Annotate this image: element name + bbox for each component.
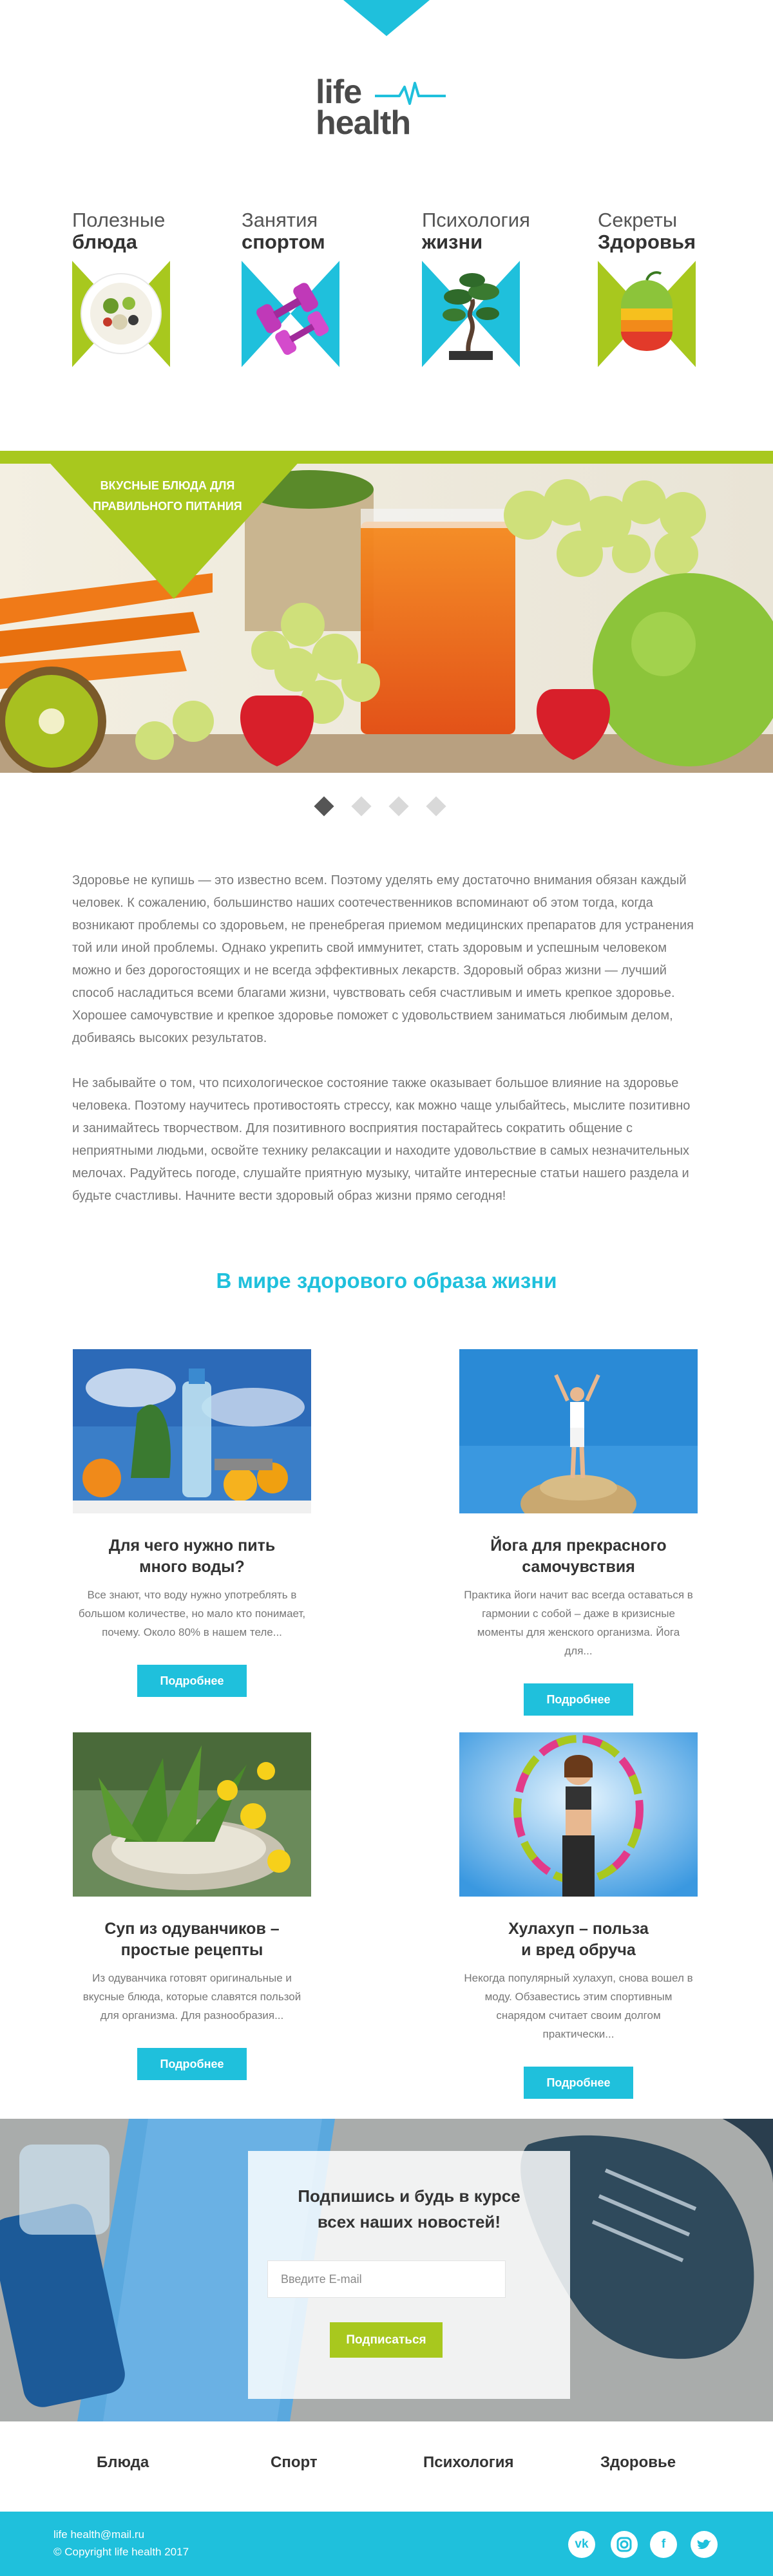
footer-nav-psychology[interactable]: Психология bbox=[423, 2454, 514, 2472]
hero-banner: ВКУСНЫЕ БЛЮДА ДЛЯ ПРАВИЛЬНОГО ПИТАНИЯ bbox=[0, 451, 773, 773]
top-notch-decoration bbox=[343, 0, 430, 36]
slider-dot-1[interactable] bbox=[314, 796, 334, 817]
footer-info: life health@mail.ru © Copyright life hea… bbox=[53, 2526, 189, 2561]
subscribe-heading: Подпишись и будь в курсе всех наших ново… bbox=[248, 2183, 570, 2235]
category-label-top: Психология bbox=[422, 209, 530, 231]
vk-icon[interactable]: vk bbox=[568, 2531, 595, 2558]
email-input[interactable] bbox=[267, 2260, 506, 2298]
category-label-top: Занятия bbox=[242, 209, 318, 231]
article-title-line2: самочувствия bbox=[522, 1558, 635, 1576]
article-description: Из одуванчика готовят оригинальные и вку… bbox=[82, 1972, 301, 2022]
category-psychology[interactable]: Психология жизни bbox=[422, 209, 551, 370]
article-description: Практика йоги начит вас всегда оставатьс… bbox=[464, 1589, 693, 1657]
footer-email[interactable]: life health@mail.ru bbox=[53, 2526, 189, 2543]
category-label-bottom: Здоровья bbox=[598, 231, 696, 253]
hero-badge bbox=[39, 451, 309, 599]
logo-word-health: health bbox=[316, 104, 411, 142]
article-card: Суп из одуванчиков – простые рецепты Из … bbox=[73, 1732, 311, 2080]
slider-dot-2[interactable] bbox=[351, 796, 372, 817]
footer-nav-health[interactable]: Здоровье bbox=[600, 2454, 676, 2472]
article-title[interactable]: Йога для прекрасного самочувствия bbox=[459, 1535, 698, 1578]
footer-copyright: © Copyright life health 2017 bbox=[53, 2546, 189, 2558]
category-label-top: Секреты bbox=[598, 209, 678, 231]
subscribe-panel: Подпишись и будь в курсе всех наших ново… bbox=[248, 2151, 570, 2399]
article-title[interactable]: Хулахуп – польза и вред обруча bbox=[459, 1918, 698, 1961]
article-title[interactable]: Суп из одуванчиков – простые рецепты bbox=[73, 1918, 311, 1961]
footer-nav-sport[interactable]: Спорт bbox=[271, 2454, 318, 2472]
article-card: Для чего нужно пить много воды? Все знаю… bbox=[73, 1349, 311, 1697]
site-logo[interactable]: life health bbox=[316, 74, 470, 145]
category-label-bottom: блюда bbox=[72, 231, 138, 253]
dumbbell-icon bbox=[242, 261, 339, 367]
article-image-water[interactable] bbox=[73, 1349, 311, 1513]
article-title-line1: Хулахуп – польза bbox=[508, 1920, 649, 1938]
facebook-icon[interactable]: f bbox=[650, 2531, 677, 2558]
article-description: Все знают, что воду нужно употреблять в … bbox=[78, 1589, 306, 1638]
salad-icon bbox=[72, 261, 170, 367]
category-health-secrets[interactable]: Секреты Здоровья bbox=[598, 209, 727, 370]
article-title-line2: и вред обруча bbox=[521, 1941, 636, 1959]
article-image-hulahoop[interactable] bbox=[459, 1732, 698, 1897]
footer: life health@mail.ru © Copyright life hea… bbox=[0, 2512, 773, 2576]
subscribe-heading-line2: всех наших новостей! bbox=[317, 2212, 501, 2231]
article-image-yoga[interactable] bbox=[459, 1349, 698, 1513]
category-sport[interactable]: Занятия спортом bbox=[242, 209, 370, 370]
read-more-button[interactable]: Подробнее bbox=[524, 2067, 633, 2099]
intro-paragraph-2: Не забывайте о том, что психологическое … bbox=[72, 1076, 691, 1203]
slider-dot-4[interactable] bbox=[426, 796, 446, 817]
heartbeat-icon bbox=[375, 82, 446, 105]
article-title-line2: много воды? bbox=[139, 1558, 245, 1576]
subscribe-heading-line1: Подпишись и будь в курсе bbox=[298, 2186, 520, 2206]
twitter-icon[interactable] bbox=[691, 2531, 718, 2558]
article-title-line1: Суп из одуванчиков – bbox=[104, 1920, 280, 1938]
article-title-line1: Для чего нужно пить bbox=[108, 1537, 276, 1555]
article-title-line2: простые рецепты bbox=[120, 1941, 263, 1959]
footer-nav: Блюда Спорт Психология Здоровье bbox=[0, 2447, 773, 2486]
slider-pagination bbox=[314, 796, 459, 817]
intro-paragraph-1: Здоровье не купишь — это известно всем. … bbox=[72, 873, 694, 1045]
bonsai-icon bbox=[422, 261, 520, 367]
article-card: Хулахуп – польза и вред обруча Некогда п… bbox=[459, 1732, 698, 2099]
article-image-dandelion[interactable] bbox=[73, 1732, 311, 1897]
category-dishes[interactable]: Полезные блюда bbox=[72, 209, 201, 370]
category-label-bottom: жизни bbox=[422, 231, 483, 253]
read-more-button[interactable]: Подробнее bbox=[137, 2048, 247, 2080]
article-title-line1: Йога для прекрасного bbox=[490, 1537, 667, 1555]
article-card: Йога для прекрасного самочувствия Практи… bbox=[459, 1349, 698, 1716]
slider-dot-3[interactable] bbox=[388, 796, 409, 817]
read-more-button[interactable]: Подробнее bbox=[524, 1683, 633, 1716]
subscribe-section: Подпишись и будь в курсе всех наших ново… bbox=[0, 2119, 773, 2421]
instagram-icon[interactable] bbox=[611, 2531, 638, 2558]
category-label-top: Полезные bbox=[72, 209, 166, 231]
footer-nav-dishes[interactable]: Блюда bbox=[97, 2454, 149, 2472]
intro-text: Здоровье не купишь — это известно всем. … bbox=[72, 869, 700, 1230]
article-title[interactable]: Для чего нужно пить много воды? bbox=[73, 1535, 311, 1578]
section-title: В мире здорового образа жизни bbox=[216, 1269, 557, 1293]
read-more-button[interactable]: Подробнее bbox=[137, 1665, 247, 1697]
category-label-bottom: спортом bbox=[242, 231, 325, 253]
subscribe-button[interactable]: Подписаться bbox=[330, 2322, 443, 2358]
fruit-icon bbox=[598, 261, 696, 367]
article-description: Некогда популярный хулахуп, снова вошел … bbox=[464, 1972, 693, 2040]
